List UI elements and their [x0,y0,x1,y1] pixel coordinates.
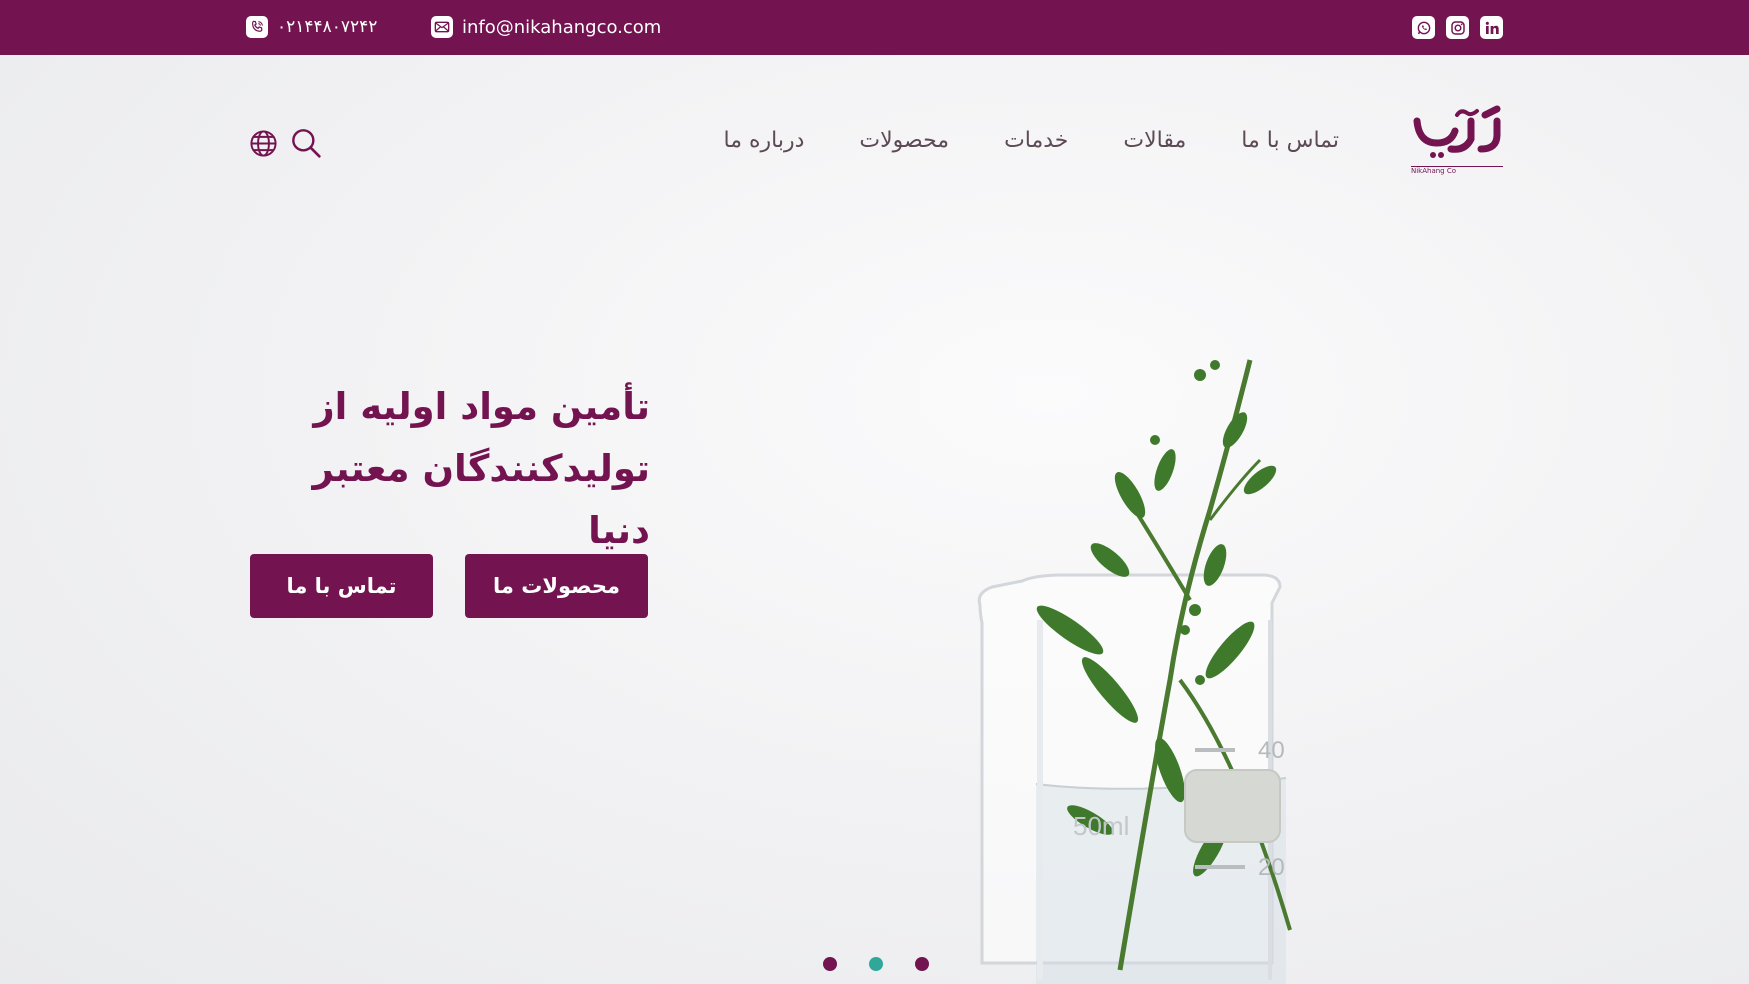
beaker-mark-20: 20 [1258,854,1285,881]
contact-us-button[interactable]: تماس با ما [250,554,433,618]
beaker-mark-40: 40 [1258,737,1285,764]
hero-title-line2: تولیدکنندگان معتبر دنیا [312,447,650,552]
phone-contact[interactable]: ۰۲۱۴۴۸۰۷۲۴۲ [246,16,377,38]
phone-icon [246,16,268,38]
nav-item-contact[interactable]: تماس با ما [1241,128,1339,153]
slider-dots [823,957,929,971]
beaker-mark-50ml: 50ml [1073,811,1129,841]
top-bar: ۰۲۱۴۴۸۰۷۲۴۲ info@nikahangco.com [0,0,1749,55]
mail-icon [431,16,453,38]
hero-title: تأمین مواد اولیه از تولیدکنندگان معتبر د… [246,376,650,562]
nav-item-products[interactable]: محصولات [859,128,949,153]
email-contact[interactable]: info@nikahangco.com [431,16,661,38]
instagram-icon[interactable] [1446,16,1469,39]
logo-mark [1413,105,1501,158]
logo[interactable]: NikAhang Co [1411,105,1503,175]
globe-icon[interactable] [249,129,278,162]
search-icon[interactable] [290,127,322,163]
linkedin-icon[interactable] [1480,16,1503,39]
slider-dot-1[interactable] [823,957,837,971]
slider-dot-2-active[interactable] [869,957,883,971]
page: ۰۲۱۴۴۸۰۷۲۴۲ info@nikahangco.com NikAhang… [0,0,1749,984]
header-tools [249,127,322,163]
nav-item-services[interactable]: خدمات [1004,128,1068,153]
slider-dot-3[interactable] [915,957,929,971]
email-address: info@nikahangco.com [462,16,662,38]
header: NikAhang Co درباره ما محصولات خدمات مقال… [0,55,1749,230]
hero-title-line1: تأمین مواد اولیه از [313,385,650,428]
nav-item-about[interactable]: درباره ما [723,128,804,153]
social-links [1412,16,1503,39]
nav-item-articles[interactable]: مقالات [1123,128,1186,153]
logo-caption: NikAhang Co [1411,166,1503,175]
main-nav: درباره ما محصولات خدمات مقالات تماس با م… [723,128,1339,153]
whatsapp-icon[interactable] [1412,16,1435,39]
phone-number: ۰۲۱۴۴۸۰۷۲۴۲ [277,17,378,37]
beaker-plant-illustration: 40 50ml 20 [977,359,1292,984]
our-products-button[interactable]: محصولات ما [465,554,648,618]
